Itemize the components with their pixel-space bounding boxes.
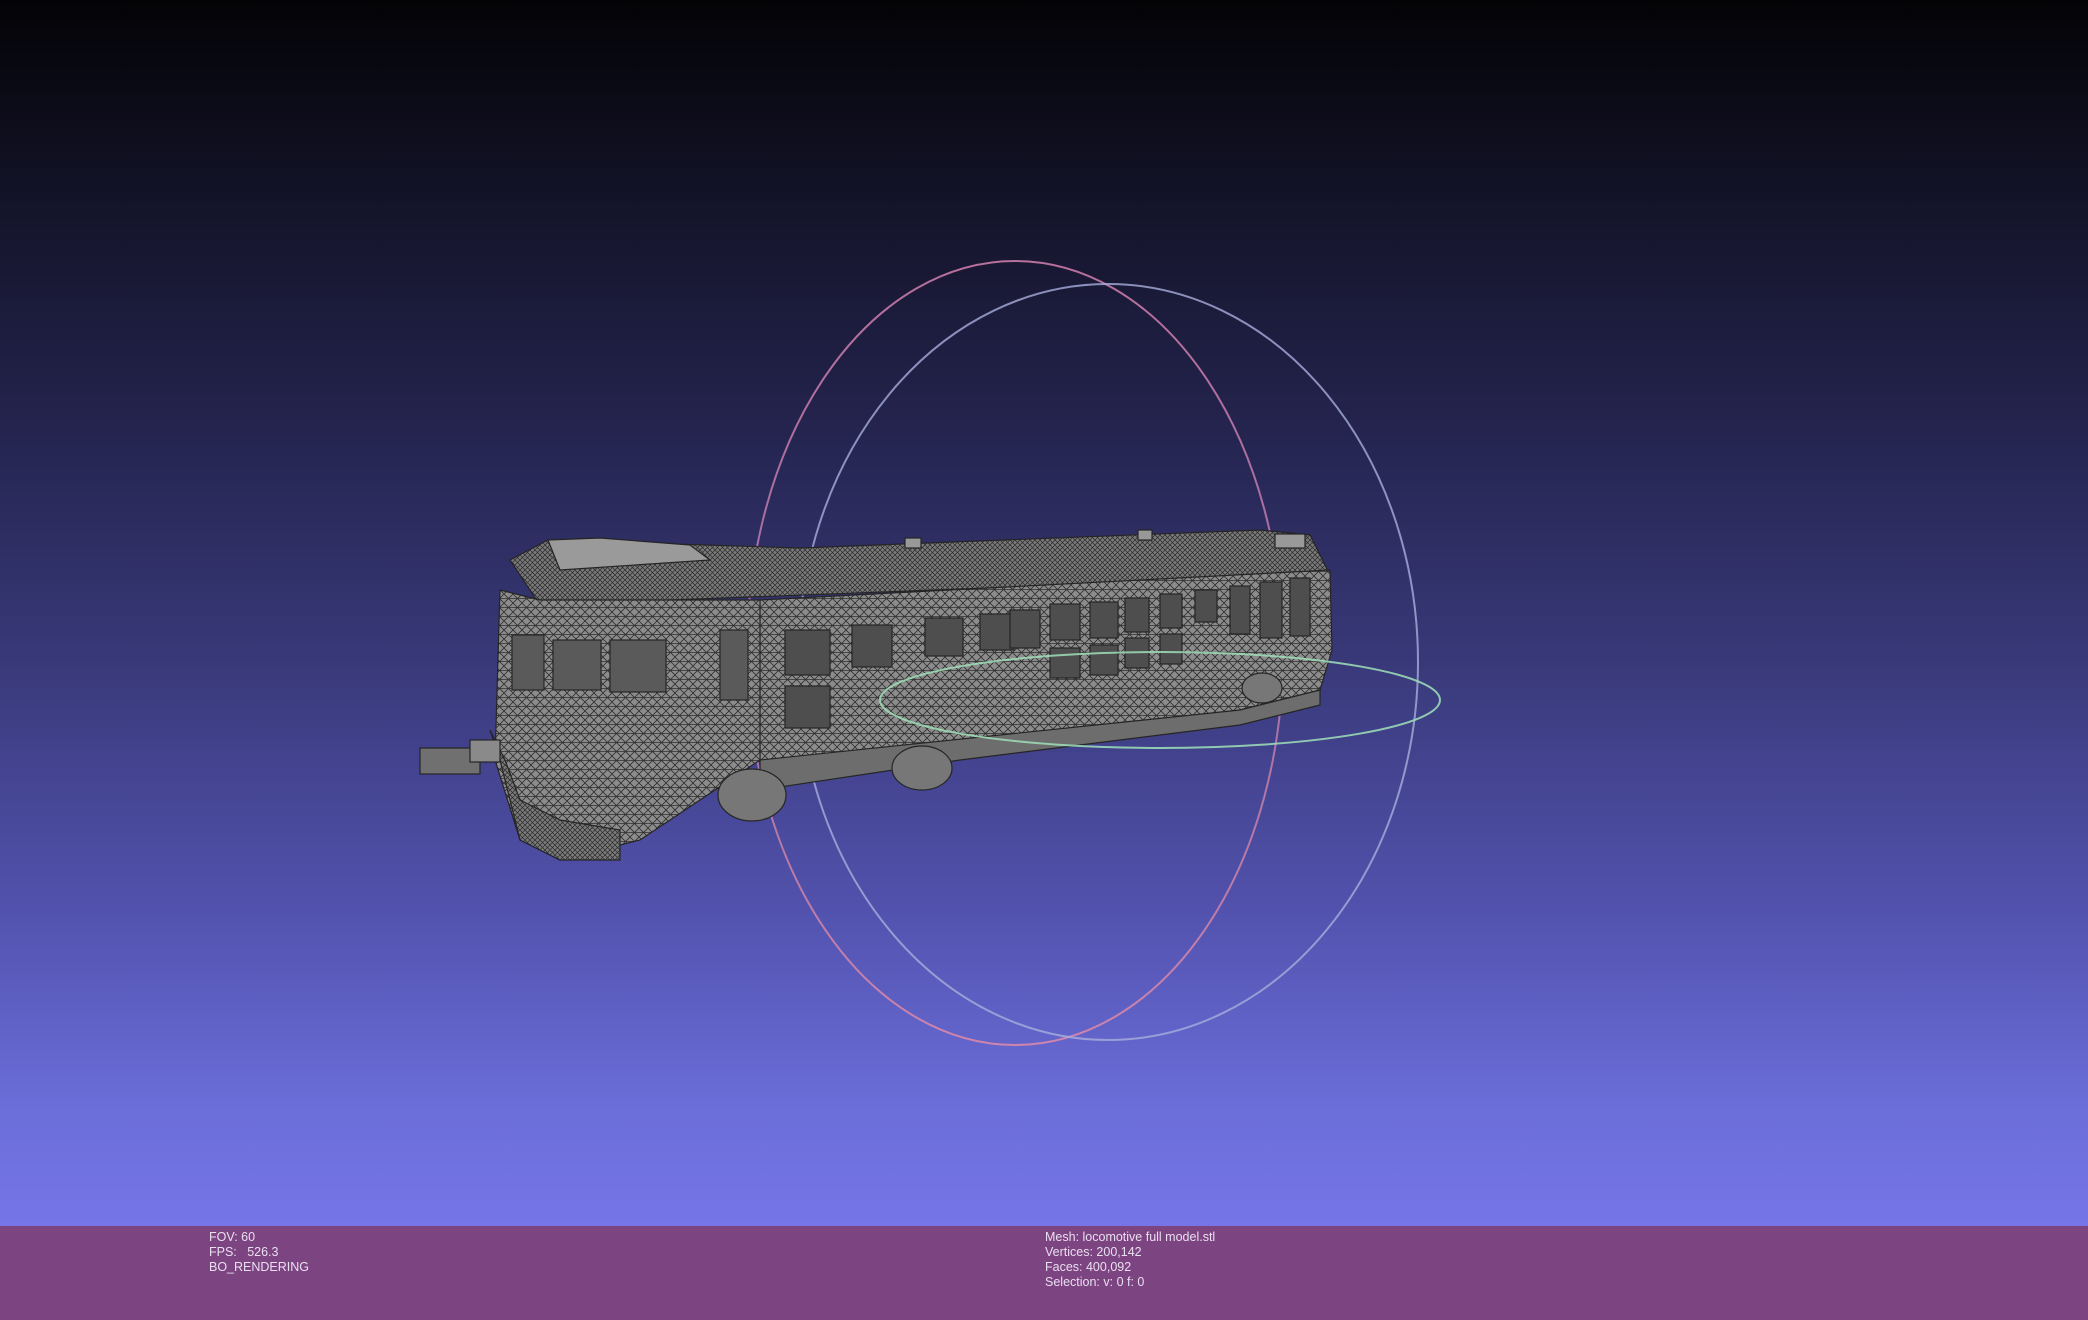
render-info-panel: FOV: 60 FPS: 526.3 BO_RENDERING <box>209 1230 309 1275</box>
mesh-name-readout: Mesh: locomotive full model.stl <box>1045 1230 1216 1244</box>
faces-readout: Faces: 400,092 <box>1045 1260 1132 1274</box>
vertices-readout: Vertices: 200,142 <box>1045 1245 1142 1259</box>
status-info-bar: FOV: 60 FPS: 526.3 BO_RENDERING Mesh: lo… <box>0 1226 2088 1320</box>
fps-readout: FPS: 526.3 <box>209 1245 279 1259</box>
3d-viewport[interactable] <box>0 0 2088 1226</box>
locomotive-mesh <box>419 529 1333 861</box>
mesh-info-panel: Mesh: locomotive full model.stl Vertices… <box>1045 1230 1215 1290</box>
render-mode-readout: BO_RENDERING <box>209 1260 310 1274</box>
scene-canvas[interactable] <box>0 0 2088 1226</box>
fov-readout: FOV: 60 <box>209 1230 256 1244</box>
selection-readout: Selection: v: 0 f: 0 <box>1045 1275 1145 1289</box>
